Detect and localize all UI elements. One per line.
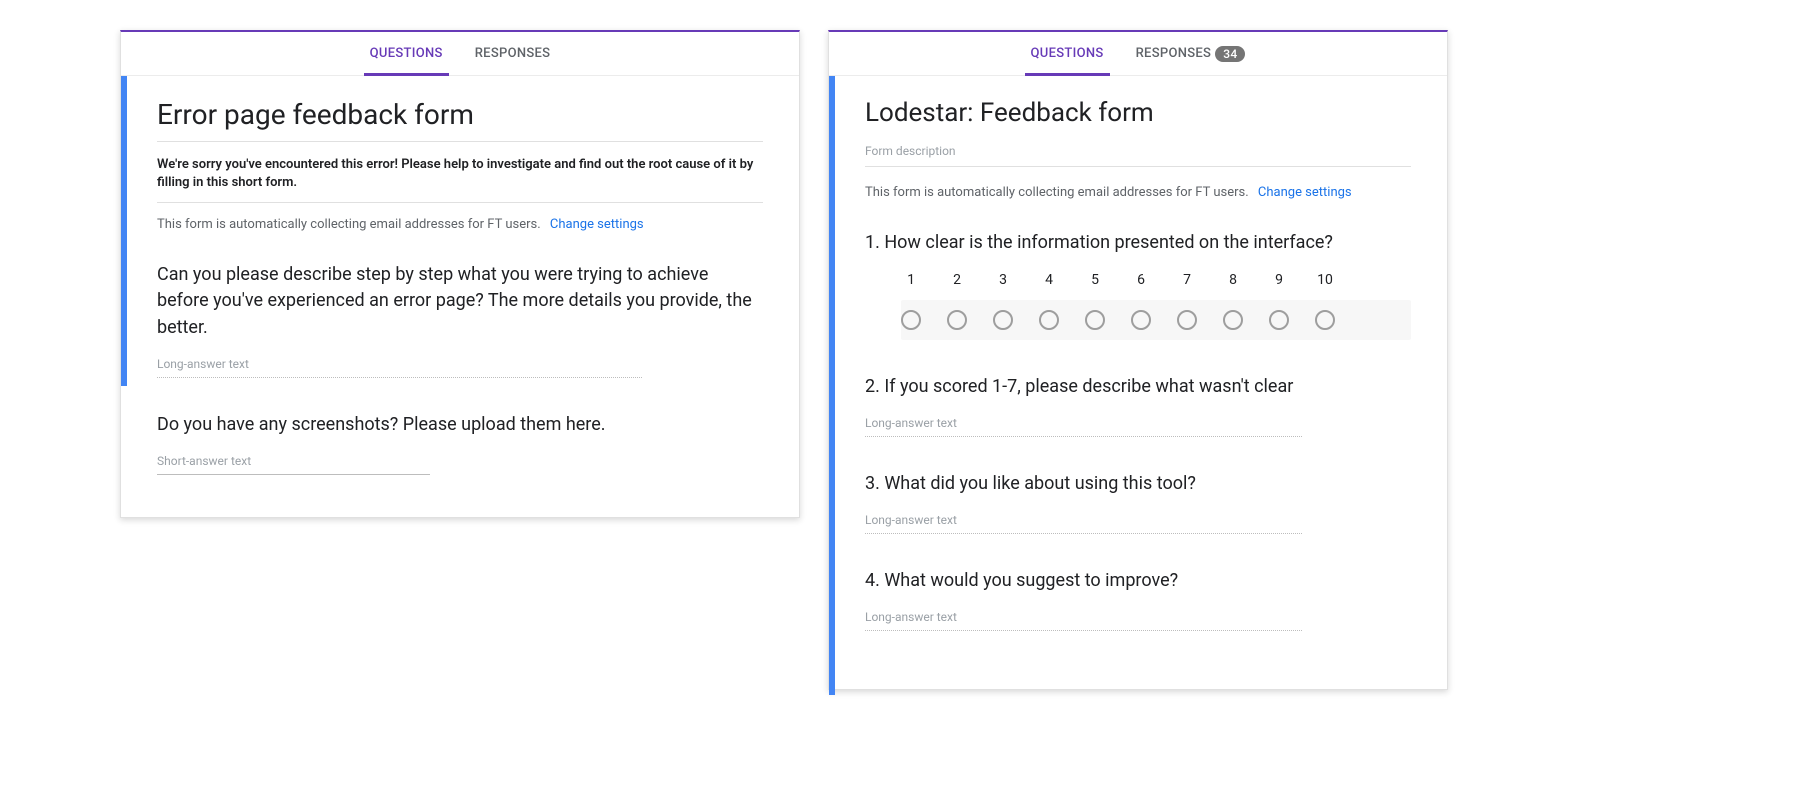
email-collection-note: This form is automatically collecting em… <box>865 185 1411 200</box>
tabs: QUESTIONS RESPONSES 34 <box>829 32 1447 76</box>
active-section-stripe <box>121 76 127 386</box>
scale-label-6: 6 <box>1131 272 1151 288</box>
scale-label-5: 5 <box>1085 272 1105 288</box>
scale-label-7: 7 <box>1177 272 1197 288</box>
question-1-title[interactable]: Can you please describe step by step wha… <box>157 262 763 340</box>
tab-responses-label: RESPONSES <box>1136 46 1212 61</box>
form-description-placeholder[interactable]: Form description <box>865 144 1411 167</box>
change-settings-link[interactable]: Change settings <box>1258 185 1352 200</box>
scale-radio-2[interactable] <box>947 310 967 330</box>
scale-radio-6[interactable] <box>1131 310 1151 330</box>
change-settings-link[interactable]: Change settings <box>550 217 644 232</box>
long-answer-placeholder: Long-answer text <box>865 416 1302 437</box>
email-collection-note: This form is automatically collecting em… <box>157 217 763 232</box>
scale-radio-7[interactable] <box>1177 310 1197 330</box>
form-body: Lodestar: Feedback form Form description… <box>829 76 1447 695</box>
email-collection-text: This form is automatically collecting em… <box>157 217 541 232</box>
question-block-4: 4. What would you suggest to improve? Lo… <box>865 568 1411 631</box>
question-1-title[interactable]: 1. How clear is the information presente… <box>865 230 1411 256</box>
form-title[interactable]: Lodestar: Feedback form <box>865 98 1411 128</box>
form-error-page: QUESTIONS RESPONSES Error page feedback … <box>120 30 800 518</box>
long-answer-placeholder: Long-answer text <box>865 513 1302 534</box>
scale-radio-3[interactable] <box>993 310 1013 330</box>
active-section-stripe <box>829 76 835 695</box>
scale-label-8: 8 <box>1223 272 1243 288</box>
scale-radio-10[interactable] <box>1315 310 1335 330</box>
scale-label-3: 3 <box>993 272 1013 288</box>
tab-questions[interactable]: QUESTIONS <box>368 32 445 75</box>
question-block-3: 3. What did you like about using this to… <box>865 471 1411 534</box>
scale-label-2: 2 <box>947 272 967 288</box>
form-description[interactable]: We're sorry you've encountered this erro… <box>157 156 763 203</box>
scale-label-1: 1 <box>901 272 921 288</box>
email-collection-text: This form is automatically collecting em… <box>865 185 1249 200</box>
scale-radio-1[interactable] <box>901 310 921 330</box>
tabs: QUESTIONS RESPONSES <box>121 32 799 76</box>
question-block-1: 1. How clear is the information presente… <box>865 230 1411 340</box>
scale-radio-9[interactable] <box>1269 310 1289 330</box>
scale-radio-8[interactable] <box>1223 310 1243 330</box>
tab-questions[interactable]: QUESTIONS <box>1029 32 1106 75</box>
question-block-2: Do you have any screenshots? Please uplo… <box>157 412 763 475</box>
form-title[interactable]: Error page feedback form <box>157 98 763 142</box>
scale-label-4: 4 <box>1039 272 1059 288</box>
form-body: Error page feedback form We're sorry you… <box>121 76 799 539</box>
question-block-2: 2. If you scored 1-7, please describe wh… <box>865 374 1411 437</box>
scale-radio-5[interactable] <box>1085 310 1105 330</box>
responses-count-badge: 34 <box>1215 46 1245 62</box>
question-3-title[interactable]: 3. What did you like about using this to… <box>865 471 1411 497</box>
scale-label-10: 10 <box>1315 272 1335 288</box>
form-lodestar: QUESTIONS RESPONSES 34 Lodestar: Feedbac… <box>828 30 1448 690</box>
scale-radio-4[interactable] <box>1039 310 1059 330</box>
long-answer-placeholder: Long-answer text <box>865 610 1302 631</box>
scale-labels: 1 2 3 4 5 6 7 8 9 10 <box>901 272 1411 288</box>
tab-responses[interactable]: RESPONSES 34 <box>1134 32 1248 75</box>
long-answer-placeholder: Long-answer text <box>157 357 642 378</box>
linear-scale: 1 2 3 4 5 6 7 8 9 10 <box>901 272 1411 340</box>
scale-radios <box>901 300 1411 340</box>
short-answer-placeholder: Short-answer text <box>157 454 430 475</box>
scale-label-9: 9 <box>1269 272 1289 288</box>
question-2-title[interactable]: 2. If you scored 1-7, please describe wh… <box>865 374 1411 400</box>
tab-responses[interactable]: RESPONSES <box>473 32 553 75</box>
question-block-1: Can you please describe step by step wha… <box>157 262 763 377</box>
question-4-title[interactable]: 4. What would you suggest to improve? <box>865 568 1411 594</box>
question-2-title[interactable]: Do you have any screenshots? Please uplo… <box>157 412 763 438</box>
